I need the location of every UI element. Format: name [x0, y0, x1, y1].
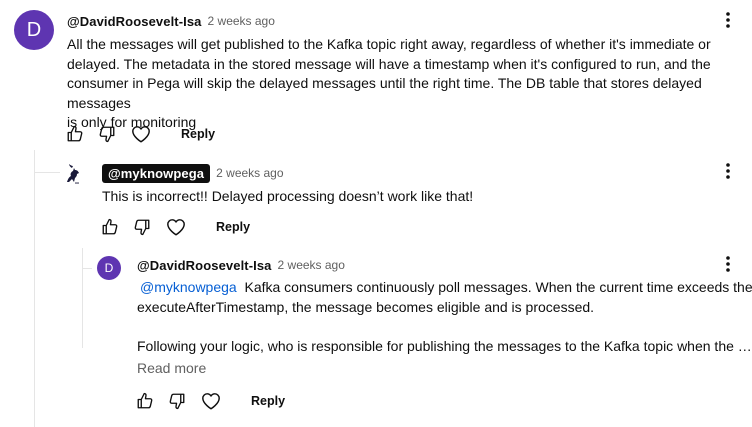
comment-actions: Reply	[63, 122, 215, 146]
author-name[interactable]: @DavidRoosevelt-Isa	[137, 258, 272, 273]
heart-icon	[132, 126, 150, 143]
like-button[interactable]	[98, 215, 122, 239]
timestamp[interactable]: 2 weeks ago	[278, 258, 345, 272]
thread-line	[82, 268, 92, 269]
author-name[interactable]: @myknowpega	[102, 163, 211, 183]
dislike-icon	[99, 126, 115, 143]
like-icon	[102, 218, 118, 235]
like-icon	[137, 392, 153, 409]
reply-button[interactable]: Reply	[216, 220, 250, 234]
avatar[interactable]	[63, 162, 87, 186]
comment-header: @DavidRoosevelt-Isa 2 weeks ago	[67, 12, 275, 30]
avatar[interactable]: D	[14, 10, 54, 50]
more-vert-icon	[726, 163, 730, 179]
comment-header: @DavidRoosevelt-Isa 2 weeks ago	[137, 256, 345, 274]
dislike-icon	[169, 393, 185, 410]
author-name[interactable]: @DavidRoosevelt-Isa	[67, 14, 202, 29]
read-more-button[interactable]: Read more	[137, 360, 206, 376]
more-button[interactable]	[718, 159, 738, 183]
more-button[interactable]	[718, 252, 738, 276]
thread-line	[82, 248, 83, 348]
more-vert-icon	[726, 12, 730, 28]
heart-button[interactable]	[199, 389, 223, 413]
timestamp[interactable]: 2 weeks ago	[208, 14, 275, 28]
reply-button[interactable]: Reply	[181, 127, 215, 141]
comment-actions: Reply	[98, 215, 250, 239]
like-button[interactable]	[63, 122, 87, 146]
avatar[interactable]: D	[97, 256, 121, 280]
heart-icon	[202, 393, 220, 410]
reply-button[interactable]: Reply	[251, 394, 285, 408]
like-button[interactable]	[133, 389, 157, 413]
timestamp[interactable]: 2 weeks ago	[216, 166, 283, 180]
horse-logo-icon	[67, 164, 79, 184]
heart-button[interactable]	[164, 215, 188, 239]
more-button[interactable]	[718, 8, 738, 32]
comment-text: @myknowpega Kafka consumers continuously…	[137, 279, 752, 354]
like-icon	[67, 125, 83, 142]
comment-text: All the messages will get published to t…	[67, 36, 711, 130]
dislike-icon	[134, 219, 150, 236]
comment-actions: Reply	[133, 389, 285, 413]
dislike-button[interactable]	[165, 389, 189, 413]
dislike-button[interactable]	[130, 215, 154, 239]
comment-header: @myknowpega 2 weeks ago	[102, 163, 284, 183]
thread-line	[34, 150, 35, 427]
dislike-button[interactable]	[95, 122, 119, 146]
heart-icon	[167, 219, 185, 236]
heart-button[interactable]	[129, 122, 153, 146]
thread-line	[34, 172, 60, 173]
comment-text: This is incorrect!! Delayed processing d…	[102, 188, 474, 204]
more-vert-icon	[726, 256, 730, 272]
mention-link[interactable]: @myknowpega	[137, 279, 237, 295]
